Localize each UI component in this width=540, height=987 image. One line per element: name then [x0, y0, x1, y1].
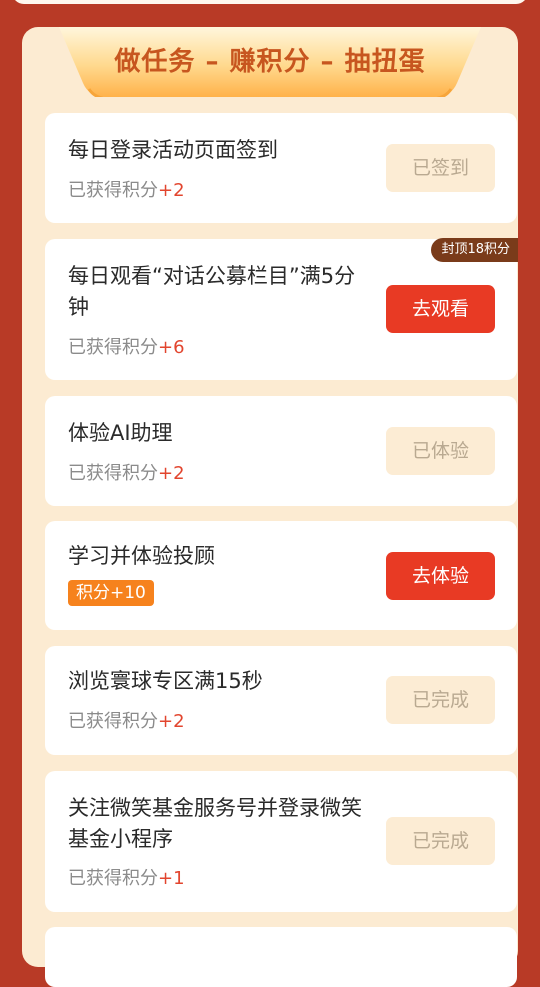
- completed-button[interactable]: 已完成: [386, 817, 495, 865]
- task-points-earned: 已获得积分+2: [68, 459, 185, 485]
- task-points-label: 已获得积分: [68, 711, 158, 732]
- checked-in-button[interactable]: 已签到: [386, 144, 495, 192]
- task-banner: 做任务 – 赚积分 – 抽扭蛋: [59, 27, 481, 97]
- go-experience-button[interactable]: 去体验: [386, 552, 495, 600]
- task-points-value: +2: [158, 463, 185, 484]
- task-title: 学习并体验投顾: [68, 544, 215, 568]
- go-watch-button[interactable]: 去观看: [386, 285, 495, 333]
- task-points-label: 已获得积分: [68, 868, 158, 889]
- task-points-label: 已获得积分: [68, 463, 158, 484]
- task-card-watch-column: 封顶18积分 每日观看“对话公募栏目”满5分钟 已获得积分+6 去观看: [45, 238, 518, 380]
- task-points-earned: 已获得积分+6: [68, 333, 185, 359]
- banner-title: 做任务 – 赚积分 – 抽扭蛋: [114, 47, 426, 77]
- previous-section-card: [12, 0, 528, 4]
- points-reward-badge: 积分+10: [68, 580, 154, 606]
- task-points-value: +6: [158, 337, 185, 358]
- task-title: 每日登录活动页面签到: [68, 138, 278, 162]
- task-card-ai-assistant: 体验AI助理 已获得积分+2 已体验: [45, 396, 517, 506]
- task-title: 浏览寰球专区满15秒: [68, 669, 263, 693]
- task-points-value: +2: [158, 711, 185, 732]
- task-points-value: +2: [158, 180, 185, 201]
- task-card-follow-account: 关注微笑基金服务号并登录微笑基金小程序 已获得积分+1 已完成: [45, 771, 517, 912]
- task-points-earned: 已获得积分+2: [68, 176, 185, 202]
- task-points-earned: 已获得积分+1: [68, 864, 185, 890]
- task-title: 体验AI助理: [68, 421, 173, 445]
- task-card-browse-global: 浏览寰球专区满15秒 已获得积分+2 已完成: [45, 646, 517, 755]
- task-points-label: 已获得积分: [68, 337, 158, 358]
- task-title: 关注微笑基金服务号并登录微笑基金小程序: [68, 796, 362, 851]
- task-card-next: [45, 927, 517, 987]
- experienced-button[interactable]: 已体验: [386, 427, 495, 475]
- task-points-earned: 已获得积分+2: [68, 707, 185, 733]
- task-points-value: +1: [158, 868, 185, 889]
- task-card-advisory: 学习并体验投顾 积分+10 去体验: [45, 521, 517, 630]
- task-points-label: 已获得积分: [68, 180, 158, 201]
- completed-button[interactable]: 已完成: [386, 676, 495, 724]
- task-panel: 做任务 – 赚积分 – 抽扭蛋 每日登录活动页面签到 已获得积分+2 已签到 封…: [22, 27, 518, 987]
- task-card-daily-checkin: 每日登录活动页面签到 已获得积分+2 已签到: [45, 113, 517, 223]
- task-title: 每日观看“对话公募栏目”满5分钟: [68, 264, 356, 319]
- cap-badge: 封顶18积分: [431, 238, 518, 262]
